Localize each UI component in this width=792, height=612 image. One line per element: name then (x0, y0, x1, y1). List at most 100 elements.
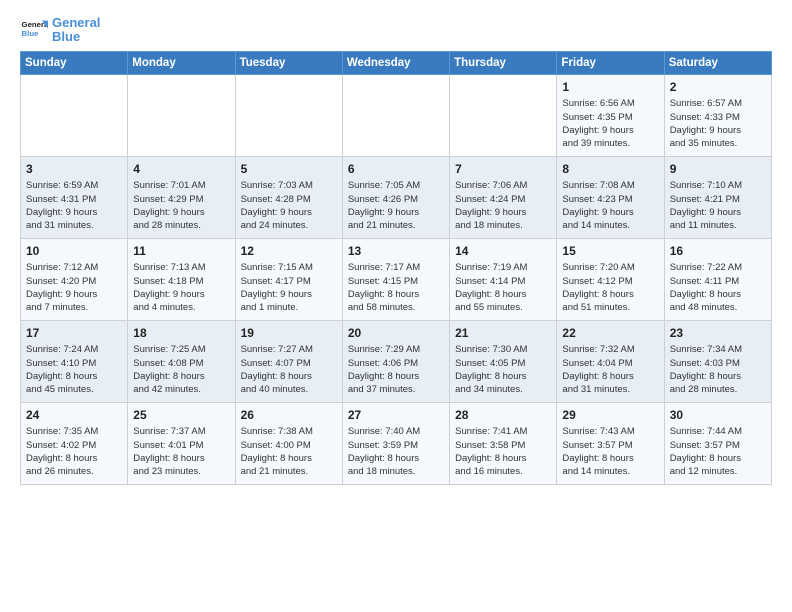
day-info: Sunset: 4:20 PM (26, 275, 122, 288)
day-number: 23 (670, 325, 766, 342)
day-info: and 39 minutes. (562, 137, 658, 150)
day-info: Sunrise: 7:40 AM (348, 425, 444, 438)
day-number: 14 (455, 243, 551, 260)
day-info: Daylight: 9 hours (133, 288, 229, 301)
day-info: Sunset: 4:17 PM (241, 275, 337, 288)
day-info: Daylight: 9 hours (241, 206, 337, 219)
day-info: Sunset: 4:28 PM (241, 193, 337, 206)
calendar-cell: 6Sunrise: 7:05 AMSunset: 4:26 PMDaylight… (342, 156, 449, 238)
calendar-cell: 18Sunrise: 7:25 AMSunset: 4:08 PMDayligh… (128, 320, 235, 402)
day-number: 26 (241, 407, 337, 424)
day-info: Daylight: 8 hours (348, 288, 444, 301)
week-row-5: 24Sunrise: 7:35 AMSunset: 4:02 PMDayligh… (21, 402, 772, 484)
calendar-cell: 20Sunrise: 7:29 AMSunset: 4:06 PMDayligh… (342, 320, 449, 402)
day-info: Sunrise: 7:41 AM (455, 425, 551, 438)
day-info: and 35 minutes. (670, 137, 766, 150)
day-info: and 23 minutes. (133, 465, 229, 478)
day-info: Daylight: 8 hours (348, 370, 444, 383)
header: General Blue GeneralBlue (20, 16, 772, 45)
calendar-cell: 12Sunrise: 7:15 AMSunset: 4:17 PMDayligh… (235, 238, 342, 320)
day-info: Sunset: 4:18 PM (133, 275, 229, 288)
day-info: and 45 minutes. (26, 383, 122, 396)
day-info: and 51 minutes. (562, 301, 658, 314)
day-header-wednesday: Wednesday (342, 51, 449, 74)
day-info: Daylight: 8 hours (455, 452, 551, 465)
day-info: and 14 minutes. (562, 219, 658, 232)
day-info: Sunset: 4:14 PM (455, 275, 551, 288)
day-info: Sunset: 4:02 PM (26, 439, 122, 452)
calendar-cell: 11Sunrise: 7:13 AMSunset: 4:18 PMDayligh… (128, 238, 235, 320)
day-info: Sunrise: 7:37 AM (133, 425, 229, 438)
day-info: and 16 minutes. (455, 465, 551, 478)
day-info: Daylight: 8 hours (133, 370, 229, 383)
day-info: Sunset: 4:26 PM (348, 193, 444, 206)
calendar-cell: 5Sunrise: 7:03 AMSunset: 4:28 PMDaylight… (235, 156, 342, 238)
day-info: Sunrise: 7:20 AM (562, 261, 658, 274)
calendar-cell (342, 74, 449, 156)
calendar-cell: 14Sunrise: 7:19 AMSunset: 4:14 PMDayligh… (450, 238, 557, 320)
day-number: 8 (562, 161, 658, 178)
day-info: and 40 minutes. (241, 383, 337, 396)
day-info: Daylight: 8 hours (455, 288, 551, 301)
calendar-cell: 10Sunrise: 7:12 AMSunset: 4:20 PMDayligh… (21, 238, 128, 320)
day-info: Sunrise: 7:35 AM (26, 425, 122, 438)
day-info: Sunrise: 7:10 AM (670, 179, 766, 192)
day-info: and 1 minute. (241, 301, 337, 314)
day-info: Sunset: 4:08 PM (133, 357, 229, 370)
day-number: 13 (348, 243, 444, 260)
day-number: 9 (670, 161, 766, 178)
day-info: Sunrise: 6:57 AM (670, 97, 766, 110)
day-info: Sunset: 4:10 PM (26, 357, 122, 370)
day-number: 11 (133, 243, 229, 260)
day-info: Sunset: 4:11 PM (670, 275, 766, 288)
day-info: Sunrise: 7:13 AM (133, 261, 229, 274)
calendar-cell: 17Sunrise: 7:24 AMSunset: 4:10 PMDayligh… (21, 320, 128, 402)
calendar-cell: 8Sunrise: 7:08 AMSunset: 4:23 PMDaylight… (557, 156, 664, 238)
calendar-cell: 7Sunrise: 7:06 AMSunset: 4:24 PMDaylight… (450, 156, 557, 238)
day-number: 30 (670, 407, 766, 424)
day-info: Sunset: 3:59 PM (348, 439, 444, 452)
logo-text: GeneralBlue (52, 16, 100, 45)
day-info: Sunrise: 7:06 AM (455, 179, 551, 192)
calendar-cell (128, 74, 235, 156)
day-info: Sunrise: 7:29 AM (348, 343, 444, 356)
day-info: Daylight: 9 hours (562, 206, 658, 219)
day-info: and 14 minutes. (562, 465, 658, 478)
week-row-2: 3Sunrise: 6:59 AMSunset: 4:31 PMDaylight… (21, 156, 772, 238)
calendar-header-row: SundayMondayTuesdayWednesdayThursdayFrid… (21, 51, 772, 74)
week-row-4: 17Sunrise: 7:24 AMSunset: 4:10 PMDayligh… (21, 320, 772, 402)
day-info: Daylight: 8 hours (670, 452, 766, 465)
logo: General Blue GeneralBlue (20, 16, 100, 45)
day-info: Sunset: 4:21 PM (670, 193, 766, 206)
day-info: Sunset: 3:57 PM (670, 439, 766, 452)
day-info: Sunrise: 6:59 AM (26, 179, 122, 192)
day-number: 15 (562, 243, 658, 260)
calendar-cell: 22Sunrise: 7:32 AMSunset: 4:04 PMDayligh… (557, 320, 664, 402)
day-number: 19 (241, 325, 337, 342)
day-info: Sunrise: 7:15 AM (241, 261, 337, 274)
svg-text:Blue: Blue (22, 30, 40, 39)
day-number: 12 (241, 243, 337, 260)
day-info: Daylight: 8 hours (348, 452, 444, 465)
day-info: Sunset: 4:15 PM (348, 275, 444, 288)
day-number: 17 (26, 325, 122, 342)
day-info: Daylight: 8 hours (562, 288, 658, 301)
day-info: and 34 minutes. (455, 383, 551, 396)
day-info: Sunset: 4:01 PM (133, 439, 229, 452)
day-info: Sunset: 4:05 PM (455, 357, 551, 370)
day-info: Daylight: 8 hours (133, 452, 229, 465)
calendar-cell: 28Sunrise: 7:41 AMSunset: 3:58 PMDayligh… (450, 402, 557, 484)
day-info: Daylight: 8 hours (455, 370, 551, 383)
day-info: Sunrise: 7:19 AM (455, 261, 551, 274)
day-info: Sunrise: 7:22 AM (670, 261, 766, 274)
day-info: Daylight: 9 hours (26, 206, 122, 219)
day-info: Daylight: 9 hours (562, 124, 658, 137)
calendar-cell: 4Sunrise: 7:01 AMSunset: 4:29 PMDaylight… (128, 156, 235, 238)
day-info: Daylight: 9 hours (670, 206, 766, 219)
calendar-cell: 19Sunrise: 7:27 AMSunset: 4:07 PMDayligh… (235, 320, 342, 402)
day-info: Daylight: 8 hours (241, 370, 337, 383)
day-info: and 12 minutes. (670, 465, 766, 478)
day-info: Sunrise: 7:12 AM (26, 261, 122, 274)
day-info: and 4 minutes. (133, 301, 229, 314)
day-info: Sunset: 3:58 PM (455, 439, 551, 452)
